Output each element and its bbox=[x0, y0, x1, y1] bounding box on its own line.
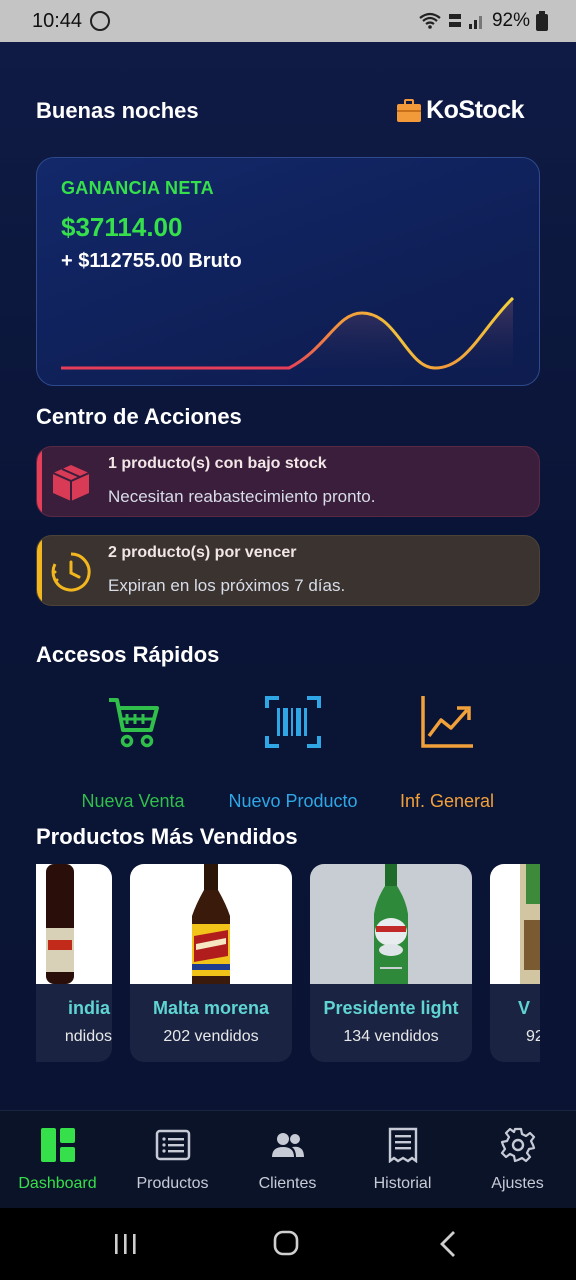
brand-name: KoStock bbox=[426, 96, 524, 124]
brand-logo: KoStock bbox=[396, 96, 524, 125]
nav-label: Productos bbox=[136, 1175, 209, 1192]
bottom-nav: Dashboard Productos Clientes Historial A… bbox=[0, 1110, 576, 1208]
briefcase-icon bbox=[397, 98, 422, 122]
clock-icon bbox=[51, 552, 91, 592]
cart-icon bbox=[109, 698, 159, 748]
product-name: india bbox=[67, 998, 110, 1018]
bottle-image bbox=[192, 864, 230, 984]
battery-icon bbox=[536, 11, 548, 31]
wifi-icon bbox=[419, 12, 441, 29]
system-nav-bar bbox=[0, 1208, 576, 1280]
battery-text: 92% bbox=[491, 10, 530, 31]
back-icon[interactable] bbox=[428, 1228, 468, 1260]
bottle-image bbox=[374, 864, 408, 984]
new-sale-label: Nueva Venta bbox=[81, 791, 185, 811]
product-card[interactable]: V 92 bbox=[490, 864, 540, 1062]
barcode-scan-icon bbox=[265, 696, 321, 748]
product-sold: 134 vendidos bbox=[343, 1028, 439, 1045]
alert-description: Necesitan reabastecimiento pronto. bbox=[108, 487, 376, 506]
greeting: Buenas noches bbox=[36, 98, 199, 123]
trend-chart-icon bbox=[421, 696, 473, 748]
alert-accent-bar bbox=[37, 536, 42, 605]
nav-dashboard[interactable]: Dashboard bbox=[0, 1111, 115, 1208]
alert-description: Expiran en los próximos 7 días. bbox=[108, 576, 346, 595]
profit-card[interactable]: GANANCIA NETA $37114.00 + $112755.00 Bru… bbox=[36, 157, 540, 386]
product-sold: 92 bbox=[526, 1028, 540, 1045]
nav-label: Dashboard bbox=[18, 1175, 97, 1192]
profit-label: GANANCIA NETA bbox=[61, 178, 214, 198]
status-right: 92% bbox=[418, 10, 548, 32]
app-screen: Buenas noches KoStock GANANCIA NETA $371… bbox=[0, 42, 576, 1208]
product-card[interactable]: Malta morena 202 vendidos bbox=[130, 864, 292, 1062]
new-product-button[interactable]: Nuevo Producto bbox=[208, 692, 378, 812]
whatsapp-icon bbox=[90, 11, 111, 31]
product-name: Malta morena bbox=[152, 998, 270, 1018]
nav-label: Ajustes bbox=[491, 1175, 544, 1192]
box-icon bbox=[52, 465, 90, 501]
nav-settings[interactable]: Ajustes bbox=[460, 1111, 575, 1208]
product-name: Presidente light bbox=[323, 998, 459, 1018]
product-card[interactable]: india ndidos bbox=[36, 864, 112, 1062]
quick-access-title: Accesos Rápidos bbox=[36, 642, 220, 667]
general-report-label: Inf. General bbox=[399, 791, 495, 811]
product-image bbox=[36, 864, 112, 984]
product-image bbox=[310, 864, 472, 984]
bottle-image bbox=[520, 864, 540, 984]
nav-clients[interactable]: Clientes bbox=[230, 1111, 345, 1208]
nav-products[interactable]: Productos bbox=[115, 1111, 230, 1208]
status-bar: 10:44 92% bbox=[0, 0, 576, 42]
nav-history[interactable]: Historial bbox=[345, 1111, 460, 1208]
alert-accent-bar bbox=[37, 447, 42, 516]
product-name: V bbox=[518, 998, 531, 1018]
signal-icon bbox=[468, 16, 482, 29]
alert-title: 1 producto(s) con bajo stock bbox=[108, 455, 327, 472]
top-products-carousel[interactable]: india ndidos Malta morena 202 vendidos P… bbox=[36, 864, 540, 1062]
status-time: 10:44 bbox=[32, 9, 83, 32]
product-image bbox=[130, 864, 292, 984]
general-report-button[interactable]: Inf. General bbox=[362, 692, 532, 812]
product-card[interactable]: Presidente light 134 vendidos bbox=[310, 864, 472, 1062]
product-sold: 202 vendidos bbox=[163, 1028, 259, 1045]
dashboard-icon bbox=[40, 1128, 75, 1162]
product-image bbox=[490, 864, 540, 984]
recent-apps-icon[interactable] bbox=[106, 1228, 146, 1260]
net-profit-value: $37114.00 bbox=[61, 212, 183, 242]
nav-label: Historial bbox=[373, 1175, 432, 1192]
alert-title: 2 producto(s) por vencer bbox=[108, 544, 297, 561]
list-icon bbox=[155, 1129, 190, 1161]
new-sale-button[interactable]: Nueva Venta bbox=[48, 692, 218, 812]
product-sold: ndidos bbox=[64, 1028, 112, 1045]
low-stock-alert[interactable]: 1 producto(s) con bajo stock Necesitan r… bbox=[36, 446, 540, 517]
expiring-alert[interactable]: 2 producto(s) por vencer Expiran en los … bbox=[36, 535, 540, 606]
users-icon bbox=[271, 1133, 304, 1157]
actions-title: Centro de Acciones bbox=[36, 404, 242, 429]
gear-icon bbox=[500, 1127, 535, 1163]
status-left: 10:44 bbox=[32, 9, 111, 33]
new-product-label: Nuevo Producto bbox=[228, 791, 358, 811]
bottle-image bbox=[46, 864, 74, 984]
receipt-icon bbox=[388, 1127, 417, 1163]
nav-label: Clientes bbox=[258, 1175, 317, 1192]
gross-value: + $112755.00 Bruto bbox=[61, 250, 242, 272]
top-products-title: Productos Más Vendidos bbox=[36, 824, 298, 849]
volte-icon bbox=[448, 14, 461, 27]
home-icon[interactable] bbox=[266, 1228, 306, 1260]
